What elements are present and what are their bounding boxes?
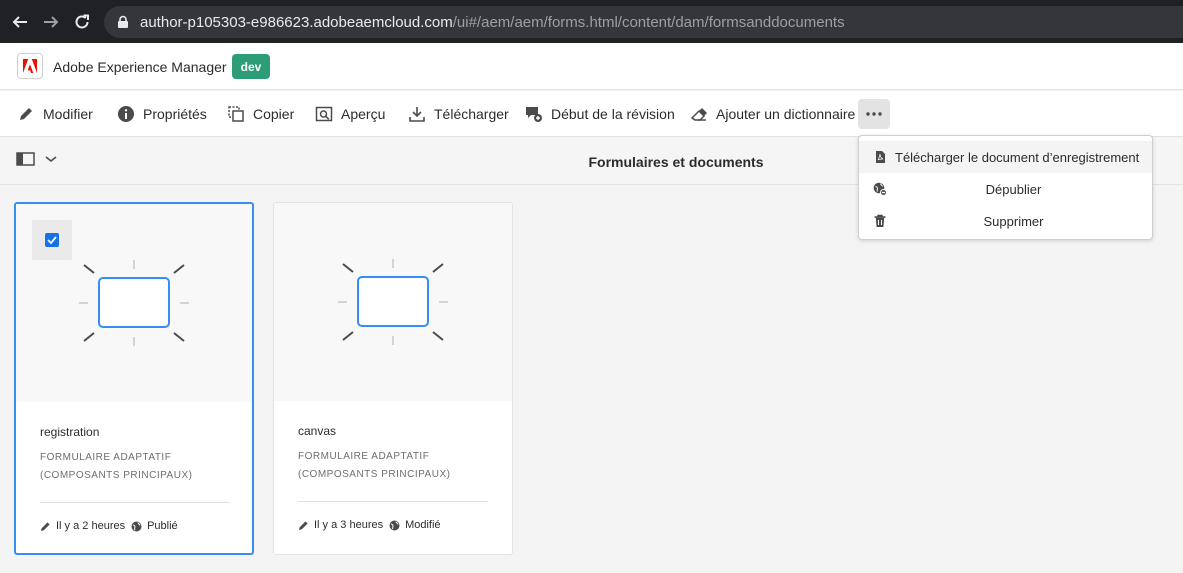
browser-toolbar: author-p105303-e986623.adobeaemcloud.com… [0,0,1183,43]
forward-button[interactable] [40,11,62,33]
preview-label: Aperçu [341,106,386,122]
card-thumbnail [16,204,252,402]
app-title: Adobe Experience Manager [53,59,227,75]
copy-label: Copier [253,106,295,122]
card-type-line2: (COMPOSANTS PRINCIPAUX) [298,469,451,480]
info-icon [118,106,134,122]
card-status: Modifié [405,519,441,531]
address-bar[interactable]: author-p105303-e986623.adobeaemcloud.com… [104,6,1183,38]
lock-icon [118,15,128,28]
url-host: author-p105303-e986623.adobeaemcloud.com [140,13,453,31]
menu-item-delete[interactable]: Supprimer [859,205,1152,237]
menu-item-label: Dépublier [985,181,1042,197]
start-review-button[interactable]: Début de la révision [525,91,675,137]
copy-icon [228,106,244,122]
copy-button[interactable]: Copier [227,91,294,137]
pdf-document-icon [876,151,885,163]
pencil-icon [299,520,308,530]
reload-icon [75,14,89,28]
modify-label: Modifier [43,106,93,122]
card-title: canvas [298,424,337,438]
app-header: Adobe Experience Manager dev [0,43,1183,90]
download-label: Télécharger [434,106,509,122]
card-canvas[interactable]: canvas FORMULAIRE ADAPTATIF (COMPOSANTS … [273,202,513,555]
url-path: /ui#/aem/aem/forms.html/content/dam/form… [452,13,845,31]
checkmark-icon [47,236,57,244]
properties-label: Propriétés [143,106,207,122]
add-dictionary-label: Ajouter un dictionnaire [716,106,856,122]
review-icon [526,107,542,122]
add-dictionary-button[interactable]: Ajouter un dictionnaire [690,91,855,137]
card-title: registration [40,425,100,439]
download-icon [409,107,425,122]
card-divider [40,502,230,503]
action-bar: Modifier Propriétés Copier Aperçu Téléch… [0,91,1183,137]
card-status: Publié [147,520,178,532]
card-modified: Il y a 3 heures [314,519,384,531]
card-meta: Il y a 3 heures Modifié [298,519,441,531]
arrow-right-icon [44,15,59,28]
adobe-logo-icon [23,59,37,73]
menu-item-unpublish[interactable]: Dépublier [859,173,1152,205]
pencil-icon [41,521,50,531]
preview-button[interactable]: Aperçu [315,91,385,137]
card-meta: Il y a 2 heures Publié [40,520,178,532]
menu-item-download-record-document[interactable]: Télécharger le document d’enregistrement [859,141,1152,173]
card-type-line1: FORMULAIRE ADAPTATIF [40,452,172,463]
more-actions-menu: Télécharger le document d’enregistrement… [858,135,1153,240]
card-type-line1: FORMULAIRE ADAPTATIF [298,451,430,462]
form-placeholder-icon [338,259,448,345]
card-type: FORMULAIRE ADAPTATIF (COMPOSANTS PRINCIP… [298,448,498,484]
menu-item-label: Télécharger le document d’enregistrement [895,149,1140,165]
properties-button[interactable]: Propriétés [117,91,207,137]
card-modified: Il y a 2 heures [56,520,126,532]
eraser-icon [690,108,707,121]
card-checkbox[interactable] [32,220,72,260]
reload-button[interactable] [71,11,93,33]
preview-icon [315,106,333,122]
env-badge: dev [232,54,270,79]
arrow-left-icon [12,15,27,28]
form-placeholder-icon [79,260,189,346]
menu-item-label: Supprimer [983,213,1044,229]
more-actions-button[interactable] [858,99,890,129]
card-type: FORMULAIRE ADAPTATIF (COMPOSANTS PRINCIP… [40,449,240,485]
back-button[interactable] [9,11,31,33]
modified-globe-icon [389,520,400,530]
card-type-line2: (COMPOSANTS PRINCIPAUX) [40,470,193,481]
card-registration[interactable]: registration FORMULAIRE ADAPTATIF (COMPO… [14,202,254,555]
adobe-logo[interactable] [17,53,43,79]
pencil-icon [20,108,32,120]
start-review-label: Début de la révision [551,106,675,122]
ellipsis-icon [866,112,882,116]
download-button[interactable]: Télécharger [408,91,509,137]
card-thumbnail [274,203,512,401]
modify-button[interactable]: Modifier [17,91,93,137]
published-globe-icon [131,521,142,531]
checkbox-checked [45,233,59,247]
card-divider [298,501,488,502]
url-text: author-p105303-e986623.adobeaemcloud.com… [140,14,845,31]
